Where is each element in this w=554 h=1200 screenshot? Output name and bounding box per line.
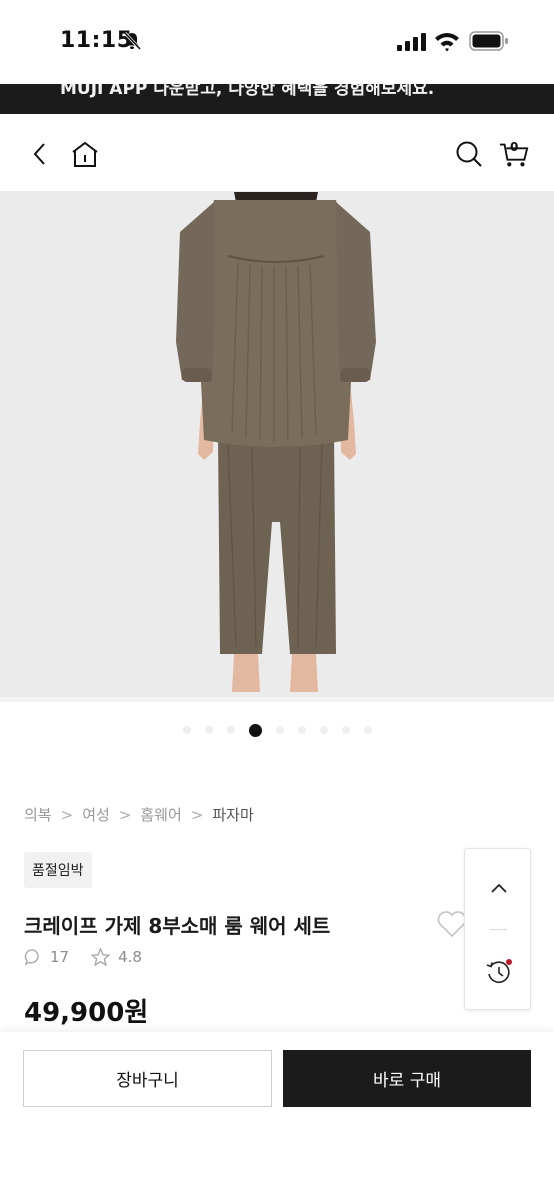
gallery-dot[interactable] — [297, 726, 306, 734]
panel-divider — [490, 929, 507, 930]
gallery-dot[interactable] — [275, 726, 284, 734]
search-icon — [456, 141, 482, 167]
search-button[interactable] — [453, 138, 485, 170]
recently-viewed-button[interactable] — [465, 933, 532, 1011]
scroll-top-button[interactable] — [465, 849, 532, 927]
rating-value: 4.8 — [118, 948, 142, 966]
app-promo-banner[interactable]: MUJI APP 다운받고, 다양한 혜택을 경험해보세요. — [0, 84, 554, 114]
bottom-action-bar: 장바구니 바로 구매 — [0, 1032, 554, 1200]
cellular-signal-icon — [397, 33, 426, 51]
breadcrumb-item-pajama[interactable]: 파자마 — [212, 804, 253, 825]
floating-side-panel — [464, 848, 531, 1010]
home-icon — [72, 141, 98, 167]
gallery-dot[interactable] — [319, 726, 328, 734]
status-badge: 품절임박 — [24, 852, 92, 888]
gallery-dot[interactable] — [182, 726, 191, 734]
breadcrumb-separator: > — [118, 805, 132, 824]
back-button[interactable] — [24, 138, 56, 170]
history-icon — [486, 959, 512, 983]
banner-text: MUJI APP 다운받고, 다양한 혜택을 경험해보세요. — [60, 84, 435, 99]
top-navigation: 0 — [0, 114, 554, 192]
cart-count: 0 — [510, 140, 519, 154]
gallery-dot[interactable] — [363, 726, 372, 734]
product-meta: 17 4.8 — [24, 948, 142, 966]
product-price: 49,900원 — [24, 998, 149, 1028]
breadcrumb-separator: > — [60, 805, 74, 824]
gallery-pagination — [0, 722, 554, 738]
product-image-gallery[interactable] — [0, 192, 554, 702]
review-count[interactable]: 17 — [50, 948, 69, 966]
battery-icon — [469, 31, 508, 51]
breadcrumb-item-clothing[interactable]: 의복 — [24, 804, 52, 825]
gallery-dot[interactable] — [226, 726, 235, 734]
product-title: 크레이프 가제 8부소매 룸 웨어 세트 — [24, 914, 331, 938]
product-photo — [0, 192, 554, 702]
cart-button[interactable]: 0 — [498, 138, 530, 170]
chevron-left-icon — [33, 143, 45, 165]
gallery-dot-active[interactable] — [248, 723, 262, 737]
status-bar: 11:15 — [0, 0, 554, 84]
chevron-up-icon — [490, 883, 507, 893]
breadcrumb-item-homewear[interactable]: 홈웨어 — [140, 804, 181, 825]
breadcrumb-item-women[interactable]: 여성 — [82, 804, 110, 825]
star-icon — [91, 948, 111, 966]
bell-muted-icon — [123, 31, 142, 51]
buy-now-button[interactable]: 바로 구매 — [283, 1050, 531, 1107]
breadcrumb-separator: > — [190, 805, 204, 824]
breadcrumb: 의복 > 여성 > 홈웨어 > 파자마 — [24, 804, 254, 825]
gallery-dot[interactable] — [341, 726, 350, 734]
speech-bubble-icon — [24, 949, 39, 966]
wifi-icon — [435, 33, 459, 52]
home-button[interactable] — [69, 138, 101, 170]
gallery-dot[interactable] — [204, 726, 213, 734]
add-to-cart-button[interactable]: 장바구니 — [23, 1050, 272, 1107]
